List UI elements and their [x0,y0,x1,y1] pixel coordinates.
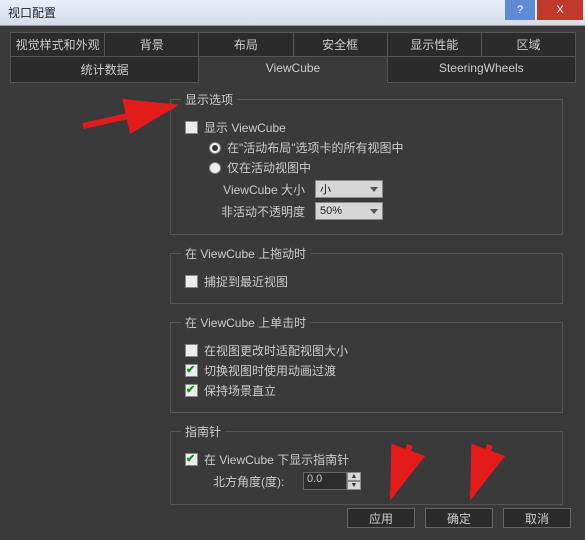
label-fit-on-change: 在视图更改时适配视图大小 [204,342,348,359]
tab-safe-frame[interactable]: 安全框 [293,32,388,57]
legend-compass: 指南针 [181,423,225,440]
legend-click: 在 ViewCube 上单击时 [181,314,310,331]
tab-region[interactable]: 区域 [481,32,576,57]
checkbox-fit-on-change[interactable] [185,344,198,357]
input-north-angle[interactable]: 0.0 [303,472,347,490]
select-inactive-opacity[interactable]: 50% [315,202,383,220]
tab-visual-style[interactable]: 视觉样式和外观 [10,32,105,57]
window-title: 视口配置 [8,4,577,21]
tab-display-perf[interactable]: 显示性能 [387,32,482,57]
group-display-options: 显示选项 显示 ViewCube 在"活动布局"选项卡的所有视图中 仅在活动视图… [170,91,563,235]
checkbox-show-compass[interactable] [185,453,198,466]
label-show-viewcube: 显示 ViewCube [204,119,286,136]
select-viewcube-size[interactable]: 小 [315,180,383,198]
label-show-compass: 在 ViewCube 下显示指南针 [204,451,349,468]
group-compass: 指南针 在 ViewCube 下显示指南针 北方角度(度): 0.0 ▲ ▼ [170,423,563,505]
apply-button[interactable]: 应用 [347,508,415,528]
cancel-button[interactable]: 取消 [503,508,571,528]
checkbox-snap-nearest[interactable] [185,275,198,288]
tab-background[interactable]: 背景 [104,32,199,57]
value-inactive-opacity: 50% [320,205,342,217]
checkbox-keep-upright[interactable] [185,384,198,397]
label-use-animation: 切换视图时使用动画过渡 [204,362,336,379]
close-button[interactable]: X [537,0,583,20]
radio-active-view[interactable] [209,162,221,174]
label-keep-upright: 保持场景直立 [204,382,276,399]
spinner-down[interactable]: ▼ [347,481,361,490]
ok-button[interactable]: 确定 [425,508,493,528]
spinner-up[interactable]: ▲ [347,472,361,481]
legend-drag: 在 ViewCube 上拖动时 [181,245,310,262]
value-viewcube-size: 小 [320,181,331,197]
tab-statistics[interactable]: 统计数据 [10,56,199,83]
label-radio-active: 仅在活动视图中 [227,159,311,176]
tab-viewcube[interactable]: ViewCube [198,56,387,83]
checkbox-show-viewcube[interactable] [185,121,198,134]
label-snap-nearest: 捕捉到最近视图 [204,273,288,290]
label-viewcube-size: ViewCube 大小 [205,181,305,198]
legend-display: 显示选项 [181,91,237,108]
tab-steeringwheels[interactable]: SteeringWheels [387,56,576,83]
checkbox-use-animation[interactable] [185,364,198,377]
label-north-angle: 北方角度(度): [213,473,293,490]
help-button[interactable]: ? [505,0,535,20]
radio-all-views[interactable] [209,142,221,154]
group-on-click: 在 ViewCube 上单击时 在视图更改时适配视图大小 切换视图时使用动画过渡… [170,314,563,413]
group-on-drag: 在 ViewCube 上拖动时 捕捉到最近视图 [170,245,563,304]
label-inactive-opacity: 非活动不透明度 [205,203,305,220]
tab-layout[interactable]: 布局 [198,32,293,57]
label-radio-all: 在"活动布局"选项卡的所有视图中 [227,139,404,156]
